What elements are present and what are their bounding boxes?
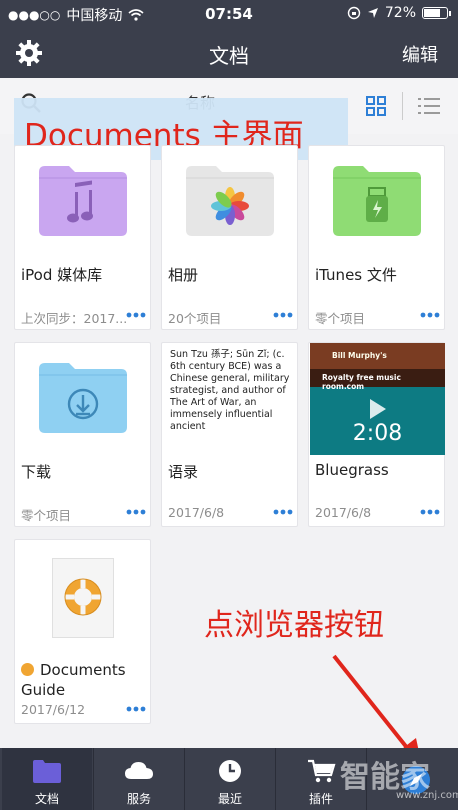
toolbar-divider <box>402 92 403 120</box>
nav-bar: 文档 编辑 <box>0 28 458 78</box>
more-options-icon[interactable] <box>126 704 146 714</box>
card-thumbnail: Sun Tzu 孫子; Sūn Zǐ; (c. 6th century BCE)… <box>162 343 297 455</box>
battery-percent: 72% <box>384 5 416 21</box>
cart-icon <box>308 759 336 783</box>
card-name: iPod 媒体库 <box>21 266 103 284</box>
file-card-bluegrass[interactable]: Bill Murphy's Royalty free music room.co… <box>308 342 445 527</box>
usb-folder-icon <box>333 166 421 236</box>
edit-button[interactable]: 编辑 <box>402 41 438 67</box>
grid-view-icon[interactable] <box>366 96 386 116</box>
card-meta: 2017/6/12 <box>21 702 86 717</box>
tag-dot-icon <box>21 663 34 676</box>
more-options-icon[interactable] <box>273 507 293 517</box>
guide-thumbnail <box>52 558 114 638</box>
orientation-lock-icon <box>347 6 361 20</box>
download-folder-icon <box>39 363 127 433</box>
play-icon <box>370 399 386 419</box>
card-thumbnail <box>15 343 150 455</box>
card-meta: 上次同步：2017... <box>21 311 128 326</box>
battery-fill <box>424 9 440 17</box>
location-icon <box>367 8 378 18</box>
status-bar: ●●●○○ 中国移动 07:54 72% <box>0 0 458 28</box>
page-title: 文档 <box>209 44 249 68</box>
file-card-photos[interactable]: 相册 20个项目 <box>161 145 298 330</box>
photos-folder-icon <box>186 166 274 236</box>
more-options-icon[interactable] <box>126 310 146 320</box>
battery-icon <box>422 7 451 19</box>
lifebuoy-icon <box>64 578 102 616</box>
card-thumbnail <box>15 540 150 652</box>
tab-label: 文档 <box>34 792 59 806</box>
watermark-url: www.znj.com <box>396 790 458 801</box>
card-meta: 零个项目 <box>21 508 72 523</box>
file-card-downloads[interactable]: 下载 零个项目 <box>14 342 151 527</box>
card-name: Bluegrass <box>315 461 389 479</box>
tab-documents[interactable]: 文档 <box>2 748 92 810</box>
card-thumbnail <box>309 146 444 258</box>
tab-recent[interactable]: 最近 <box>185 748 275 810</box>
card-meta: 零个项目 <box>315 311 366 326</box>
file-card-itunes[interactable]: iTunes 文件 零个项目 <box>308 145 445 330</box>
card-meta: 2017/6/8 <box>168 505 225 520</box>
file-card-quotes[interactable]: Sun Tzu 孫子; Sūn Zǐ; (c. 6th century BCE)… <box>161 342 298 527</box>
card-name: 相册 <box>168 266 199 284</box>
card-name: 语录 <box>168 463 199 481</box>
folder-icon <box>33 760 61 783</box>
card-thumbnail <box>15 146 150 258</box>
more-options-icon[interactable] <box>126 507 146 517</box>
card-meta: 2017/6/8 <box>315 505 372 520</box>
text-file-preview: Sun Tzu 孫子; Sūn Zǐ; (c. 6th century BCE)… <box>170 349 290 432</box>
video-caption-top: Bill Murphy's <box>332 351 387 360</box>
video-thumbnail: Bill Murphy's Royalty free music room.co… <box>310 343 445 455</box>
card-name: 下载 <box>21 463 52 481</box>
video-caption: Royalty free music room.com <box>322 373 401 391</box>
more-options-icon[interactable] <box>273 310 293 320</box>
music-folder-icon <box>39 166 127 236</box>
tab-services[interactable]: 服务 <box>94 748 184 810</box>
video-duration: 2:08 <box>352 421 403 446</box>
tab-label: 最近 <box>217 792 242 806</box>
list-view-icon[interactable] <box>418 97 440 115</box>
card-name: Documents Guide <box>21 660 145 700</box>
clock-icon <box>219 760 241 782</box>
file-card-guide[interactable]: Documents Guide 2017/6/12 <box>14 539 151 724</box>
annotation-text: 点浏览器按钮 <box>204 608 384 643</box>
card-name-text: Documents Guide <box>21 661 126 699</box>
cloud-icon <box>125 762 153 779</box>
status-right: 72% <box>347 5 451 21</box>
tab-label: 服务 <box>126 792 151 806</box>
more-options-icon[interactable] <box>420 310 440 320</box>
card-name: iTunes 文件 <box>315 266 397 284</box>
more-options-icon[interactable] <box>420 507 440 517</box>
file-card-ipod[interactable]: iPod 媒体库 上次同步：2017... <box>14 145 151 330</box>
card-thumbnail <box>162 146 297 258</box>
card-meta: 20个项目 <box>168 311 222 326</box>
